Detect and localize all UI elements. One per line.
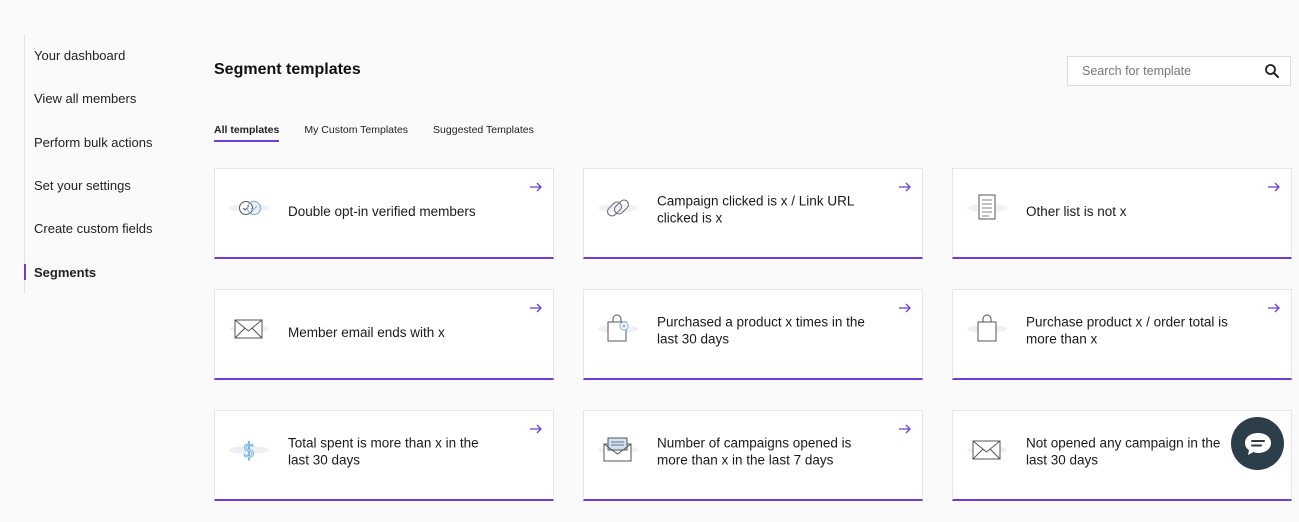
template-card-label: Purchase product x / order total is more…: [1026, 314, 1228, 347]
search-input[interactable]: [1082, 64, 1264, 78]
search-box[interactable]: [1067, 56, 1291, 86]
template-card-label: Not opened any campaign in the last 30 d…: [1026, 435, 1221, 468]
sidebar-item-settings[interactable]: Set your settings: [25, 164, 184, 207]
arrow-right-icon[interactable]: [898, 423, 912, 435]
sidebar-item-custom-fields[interactable]: Create custom fields: [25, 207, 184, 250]
arrow-right-icon[interactable]: [1267, 181, 1281, 193]
sidebar-item-dashboard[interactable]: Your dashboard: [25, 34, 184, 77]
template-card-label: Double opt-in verified members: [288, 203, 476, 219]
open-envelope-icon: [598, 437, 638, 462]
arrow-right-icon[interactable]: [898, 302, 912, 314]
template-card[interactable]: Number of campaigns opened is more than …: [583, 410, 923, 501]
page-title: Segment templates: [214, 61, 361, 78]
template-card[interactable]: Purchase product x / order total is more…: [952, 289, 1292, 380]
template-tabs: All templates My Custom Templates Sugges…: [214, 124, 534, 142]
template-card[interactable]: Purchased a product x times in the last …: [583, 289, 923, 380]
tab-suggested-templates[interactable]: Suggested Templates: [433, 124, 534, 142]
template-card-label: Number of campaigns opened is more than …: [657, 435, 852, 468]
search-icon[interactable]: [1264, 63, 1280, 79]
verified-check-icon: [229, 200, 269, 216]
template-card-label: Member email ends with x: [288, 324, 445, 340]
template-card[interactable]: Double opt-in verified members: [214, 168, 554, 259]
template-card[interactable]: $ Total spent is more than x in the last…: [214, 410, 554, 501]
arrow-right-icon[interactable]: [529, 423, 543, 435]
sidebar-item-view-members[interactable]: View all members: [25, 77, 184, 120]
sidebar-item-bulk-actions[interactable]: Perform bulk actions: [25, 121, 184, 164]
chat-bubble-icon: [1244, 432, 1271, 455]
tab-my-custom-templates[interactable]: My Custom Templates: [304, 124, 408, 142]
arrow-right-icon[interactable]: [529, 181, 543, 193]
template-card[interactable]: Other list is not x: [952, 168, 1292, 259]
dollar-icon: $: [229, 438, 269, 462]
template-card-label: Campaign clicked is x / Link URL clicked…: [657, 193, 854, 226]
template-card-label: Purchased a product x times in the last …: [657, 314, 865, 347]
template-card[interactable]: Campaign clicked is x / Link URL clicked…: [583, 168, 923, 259]
shopping-bag-plus-icon: [598, 314, 638, 342]
chat-button[interactable]: [1231, 417, 1284, 470]
sidebar: Your dashboard View all members Perform …: [24, 34, 184, 294]
svg-text:$: $: [243, 438, 256, 462]
template-card[interactable]: Member email ends with x: [214, 289, 554, 380]
shopping-bag-icon: [967, 314, 1007, 342]
template-grid: Double opt-in verified members Campaign …: [214, 168, 1292, 501]
arrow-right-icon[interactable]: [898, 181, 912, 193]
envelope-icon: [967, 440, 1007, 460]
template-card-label: Other list is not x: [1026, 203, 1127, 219]
template-card-label: Total spent is more than x in the last 3…: [288, 435, 479, 468]
tab-all-templates[interactable]: All templates: [214, 124, 280, 142]
sidebar-item-segments[interactable]: Segments: [24, 250, 184, 293]
link-icon: [598, 199, 638, 217]
arrow-right-icon[interactable]: [1267, 302, 1281, 314]
arrow-right-icon[interactable]: [529, 302, 543, 314]
envelope-icon: [229, 319, 269, 339]
list-document-icon: [967, 194, 1007, 220]
